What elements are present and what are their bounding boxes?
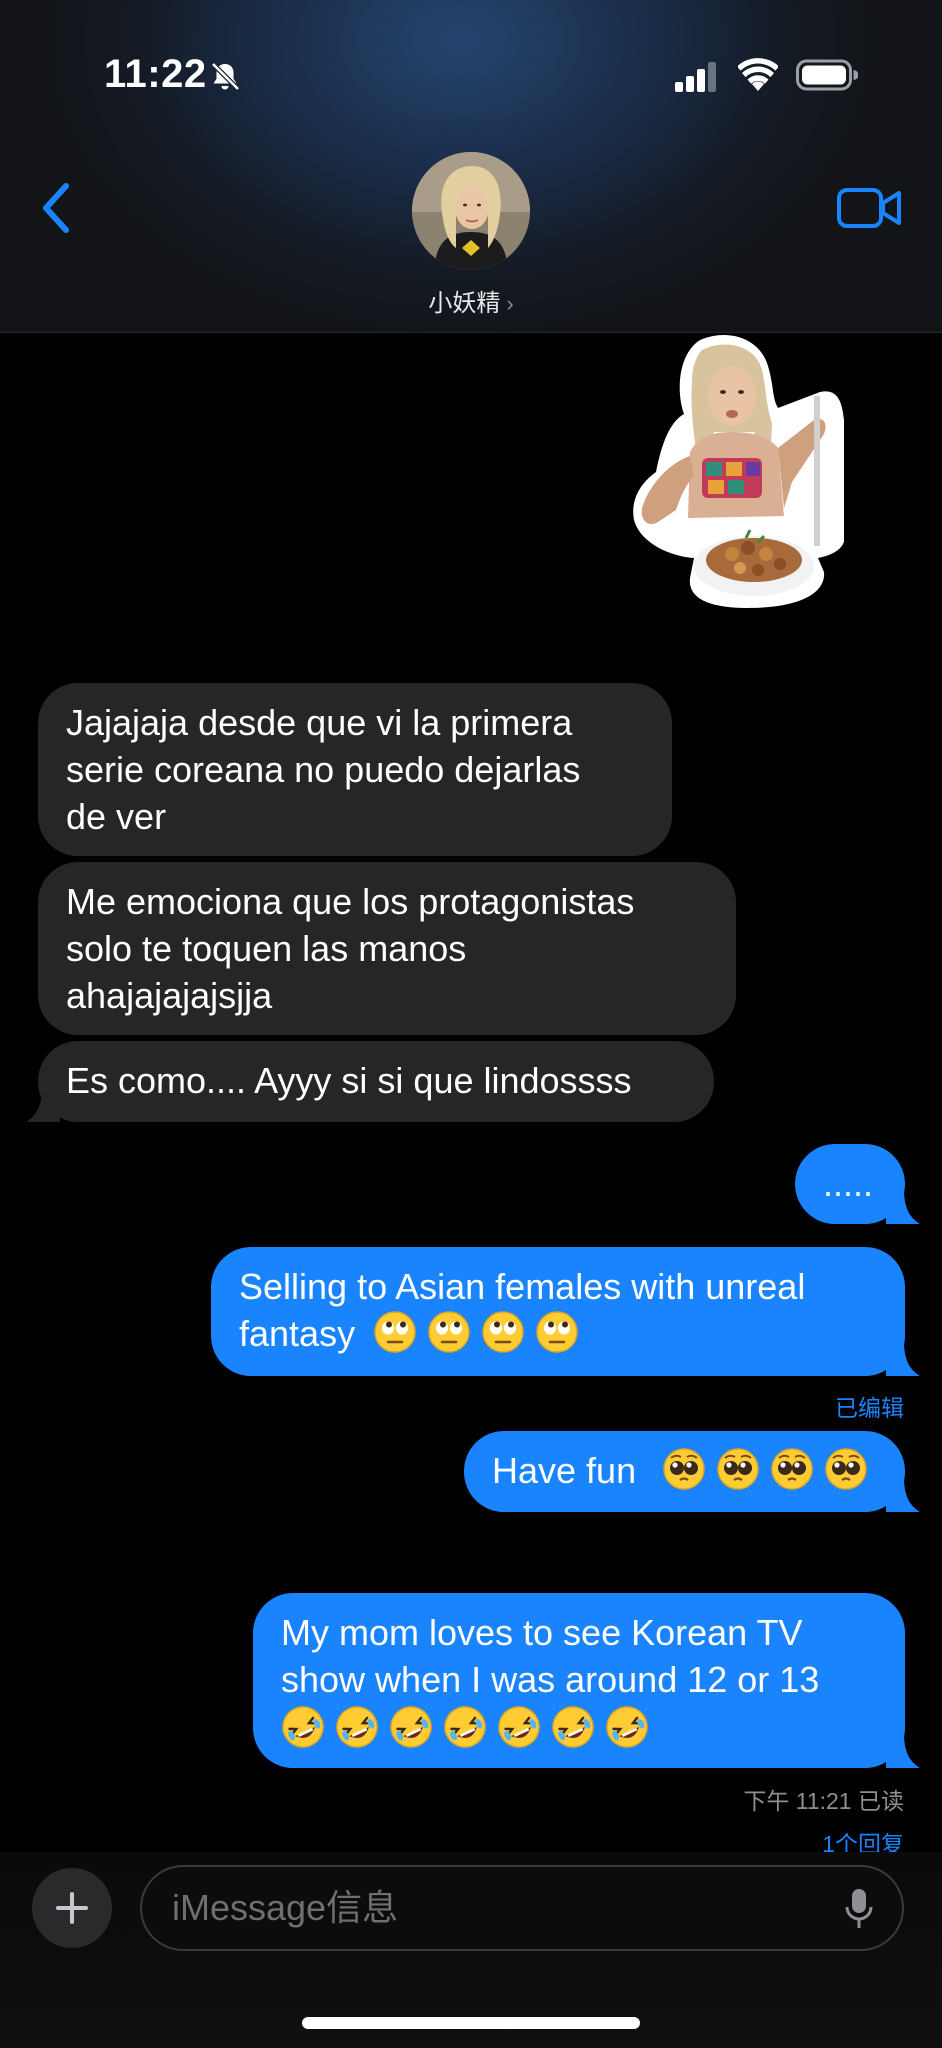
cellular-signal-icon xyxy=(675,62,716,92)
back-chevron-icon[interactable] xyxy=(36,180,76,236)
message-line: fantasy xyxy=(239,1313,356,1354)
sticker-image[interactable] xyxy=(628,332,852,612)
message-line: solo te toquen las manos xyxy=(66,928,467,969)
outgoing-message-have-fun[interactable]: Have fun xyxy=(464,1431,905,1512)
message-text: ..... xyxy=(823,1163,874,1204)
message-input-field[interactable] xyxy=(140,1865,904,1951)
message-line: de ver xyxy=(66,796,167,837)
rolling-on-the-floor-laughing-emoji-icon xyxy=(336,1706,378,1748)
pleading-face-emoji-icon xyxy=(825,1448,867,1490)
bubble-tail xyxy=(886,1478,920,1512)
message-input[interactable] xyxy=(172,1867,822,1949)
bubble-tail xyxy=(886,1190,920,1224)
message-line: show when I was around 12 or 13 xyxy=(281,1659,820,1700)
wifi-icon xyxy=(738,58,778,91)
face-with-rolling-eyes-emoji-icon xyxy=(374,1311,416,1353)
message-line: Me emociona que los protagonistas xyxy=(66,881,635,922)
outgoing-message-korean-tv[interactable]: My mom loves to see Korean TV show when … xyxy=(253,1593,905,1768)
incoming-message-2[interactable]: Me emociona que los protagonistas solo t… xyxy=(38,862,736,1035)
message-line: My mom loves to see Korean TV xyxy=(281,1612,803,1653)
status-time: 11:22 xyxy=(104,52,207,96)
incoming-message-1[interactable]: Jajajaja desde que vi la primera serie c… xyxy=(38,683,672,856)
message-line: Selling to Asian females with unreal xyxy=(239,1266,806,1307)
edited-label[interactable]: 已编辑 xyxy=(700,1389,904,1423)
emoji-row xyxy=(281,1705,877,1752)
message-line: Es como.... Ayyy si si que lindossss xyxy=(66,1060,632,1101)
incoming-message-3[interactable]: Es como.... Ayyy si si que lindossss xyxy=(38,1041,714,1122)
message-line: ahajajajajsjja xyxy=(66,975,273,1016)
bubble-tail xyxy=(886,1342,920,1376)
contact-avatar[interactable] xyxy=(412,152,530,270)
bubble-tail xyxy=(26,1088,60,1122)
emoji-row xyxy=(373,1311,589,1354)
home-indicator[interactable] xyxy=(302,2017,640,2029)
outgoing-message-selling[interactable]: Selling to Asian females with unreal fan… xyxy=(211,1247,905,1376)
rolling-on-the-floor-laughing-emoji-icon xyxy=(444,1706,486,1748)
pleading-face-emoji-icon xyxy=(717,1448,759,1490)
pleading-face-emoji-icon xyxy=(663,1448,705,1490)
read-receipt: 下午 11:21 已读 xyxy=(743,1788,904,1814)
face-with-rolling-eyes-emoji-icon xyxy=(536,1311,578,1353)
message-line: Jajajaja desde que vi la primera xyxy=(66,702,573,743)
video-camera-icon[interactable] xyxy=(836,186,902,230)
face-with-rolling-eyes-emoji-icon xyxy=(482,1311,524,1353)
plus-icon xyxy=(56,1892,88,1924)
message-text: Have fun xyxy=(492,1450,637,1491)
rolling-on-the-floor-laughing-emoji-icon xyxy=(282,1706,324,1748)
battery-icon xyxy=(796,59,858,91)
microphone-icon[interactable] xyxy=(844,1887,874,1931)
message-line: serie coreana no puedo dejarlas xyxy=(66,749,581,790)
rolling-on-the-floor-laughing-emoji-icon xyxy=(498,1706,540,1748)
emoji-row xyxy=(662,1448,878,1491)
chevron-right-icon: › xyxy=(506,291,514,316)
rolling-on-the-floor-laughing-emoji-icon xyxy=(552,1706,594,1748)
bell-slash-icon xyxy=(211,62,240,91)
conversation-header: 11:22 小妖精 › xyxy=(0,0,942,333)
rolling-on-the-floor-laughing-emoji-icon xyxy=(390,1706,432,1748)
pleading-face-emoji-icon xyxy=(771,1448,813,1490)
face-with-rolling-eyes-emoji-icon xyxy=(428,1311,470,1353)
rolling-on-the-floor-laughing-emoji-icon xyxy=(606,1706,648,1748)
bubble-tail xyxy=(886,1734,920,1768)
contact-name-label[interactable]: 小妖精 xyxy=(428,290,500,317)
contact-name[interactable]: 小妖精 › xyxy=(0,283,942,318)
plus-button[interactable] xyxy=(32,1868,112,1948)
